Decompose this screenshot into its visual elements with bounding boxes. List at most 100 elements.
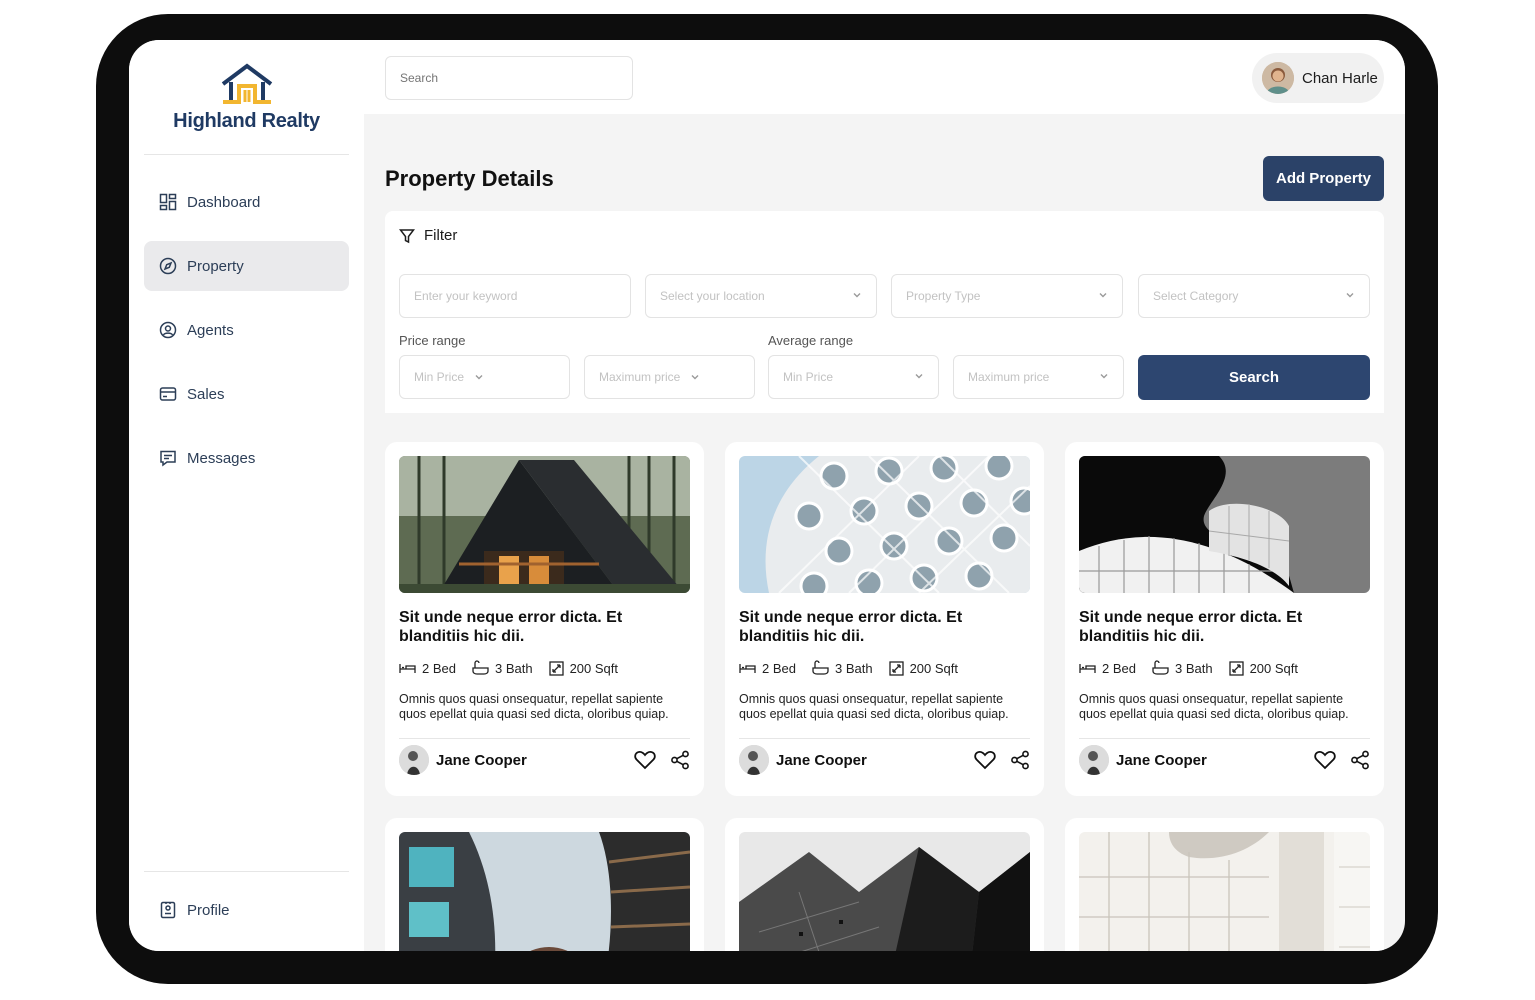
sidebar-item-label: Messages [187,449,256,467]
area-stat: 200 Sqft [1228,660,1298,676]
heart-icon[interactable] [634,750,656,770]
chevron-down-icon [853,293,861,298]
price-min-select[interactable]: Min Price [399,355,570,399]
sidebar-item-profile[interactable]: Profile [144,885,349,935]
bed-stat: 2 Bed [739,661,796,676]
property-image[interactable] [1079,832,1370,951]
heart-icon[interactable] [974,750,996,770]
location-select[interactable]: Select your location [645,274,877,318]
bed-icon [399,664,416,673]
app-screen: Highland Realty Dashboard Property Agent… [129,40,1405,951]
avatar [739,745,769,775]
category-select[interactable]: Select Category [1138,274,1370,318]
compass-icon [159,257,177,275]
property-image[interactable] [739,456,1030,593]
add-property-button[interactable]: Add Property [1263,156,1384,201]
search-input[interactable] [385,56,633,100]
property-description: Omnis quos quasi onsequatur, repellat sa… [399,692,669,721]
card-divider [1079,738,1370,739]
property-stats: 2 Bed 3 Bath 200 Sqft [1079,660,1314,676]
price-range-label: Price range [399,333,466,348]
bed-icon [1079,664,1096,673]
sidebar-item-messages[interactable]: Messages [144,433,349,483]
price-max-select[interactable]: Maximum price [584,355,755,399]
property-card[interactable] [1065,818,1384,951]
category-placeholder: Select Category [1153,289,1239,303]
area-icon [548,660,564,676]
property-title: Sit unde neque error dicta. Et blanditii… [399,609,623,645]
area-icon [1228,660,1244,676]
card-actions [960,750,1030,770]
property-card[interactable]: Sit unde neque error dicta. Et blanditii… [1065,442,1384,796]
dashboard-icon [159,193,177,211]
filter-panel: Filter Enter your keyword Select your lo… [385,211,1384,413]
bed-count: 2 Bed [1102,660,1136,676]
keyword-placeholder: Enter your keyword [414,289,518,303]
property-card[interactable]: Sit unde neque error dicta. Et blanditii… [385,442,704,796]
bath-count: 3 Bath [1174,660,1213,676]
bed-stat: 2 Bed [399,661,456,676]
property-image[interactable] [739,832,1030,951]
sidebar-item-property[interactable]: Property [144,241,349,291]
property-image[interactable] [1079,456,1370,593]
bathtub-icon [812,660,829,675]
sidebar-item-agents[interactable]: Agents [144,305,349,355]
chevron-down-icon [1100,374,1108,379]
share-icon[interactable] [1010,750,1030,770]
avatar [1262,62,1294,94]
avg-min-select[interactable]: Min Price [768,355,939,399]
sidebar-item-label: Property [187,257,244,275]
bath-stat: 3 Bath [1152,660,1213,676]
sidebar-item-label: Agents [187,321,234,339]
property-card[interactable]: Sit unde neque error dicta. Et blanditii… [725,442,1044,796]
message-icon [159,449,177,467]
property-stats: 2 Bed 3 Bath 200 Sqft [739,660,974,676]
area-value: 200 Sqft [909,660,959,676]
avg-max-placeholder: Maximum price [968,370,1050,384]
property-description: Omnis quos quasi onsequatur, repellat sa… [1079,692,1349,721]
top-bar: Chan Harle [364,40,1405,114]
page-title: Property Details [385,166,554,191]
area-stat: 200 Sqft [548,660,618,676]
agent-name: Jane Cooper [1116,751,1207,769]
property-type-select[interactable]: Property Type [891,274,1123,318]
share-icon[interactable] [670,750,690,770]
share-icon[interactable] [1350,750,1370,770]
property-image[interactable] [399,832,690,951]
sidebar-divider [144,154,349,155]
property-image[interactable] [399,456,690,593]
profile-link[interactable]: Profile [144,885,349,935]
bath-count: 3 Bath [494,660,533,676]
keyword-input[interactable]: Enter your keyword [399,274,631,318]
bed-count: 2 Bed [762,660,796,676]
bathtub-icon [472,660,489,675]
sidebar-item-dashboard[interactable]: Dashboard [144,177,349,227]
heart-icon[interactable] [1314,750,1336,770]
property-card[interactable] [725,818,1044,951]
location-placeholder: Select your location [660,289,765,303]
sidebar: Highland Realty Dashboard Property Agent… [129,40,364,951]
sidebar-divider [144,871,349,872]
agent-info[interactable]: Jane Cooper [399,745,527,775]
card-actions [620,750,690,770]
chevron-down-icon [1099,293,1107,298]
search-button[interactable]: Search [1138,355,1370,400]
agent-info[interactable]: Jane Cooper [1079,745,1207,775]
avg-max-select[interactable]: Maximum price [953,355,1124,399]
filter-label: Filter [424,227,458,244]
bath-stat: 3 Bath [812,660,873,676]
property-card[interactable] [385,818,704,951]
sidebar-item-sales[interactable]: Sales [144,369,349,419]
bed-count: 2 Bed [422,660,456,676]
average-range-label: Average range [768,333,854,348]
brand-name: Highland Realty [173,110,320,132]
price-max-placeholder: Maximum price [599,370,681,384]
property-description: Omnis quos quasi onsequatur, repellat sa… [739,692,1009,721]
card-divider [739,738,1030,739]
brand-logo[interactable]: Highland Realty [129,62,364,133]
user-menu[interactable]: Chan Harle [1252,53,1384,103]
agent-info[interactable]: Jane Cooper [739,745,867,775]
id-card-icon [159,901,177,919]
avatar [399,745,429,775]
chevron-down-icon [691,375,699,380]
